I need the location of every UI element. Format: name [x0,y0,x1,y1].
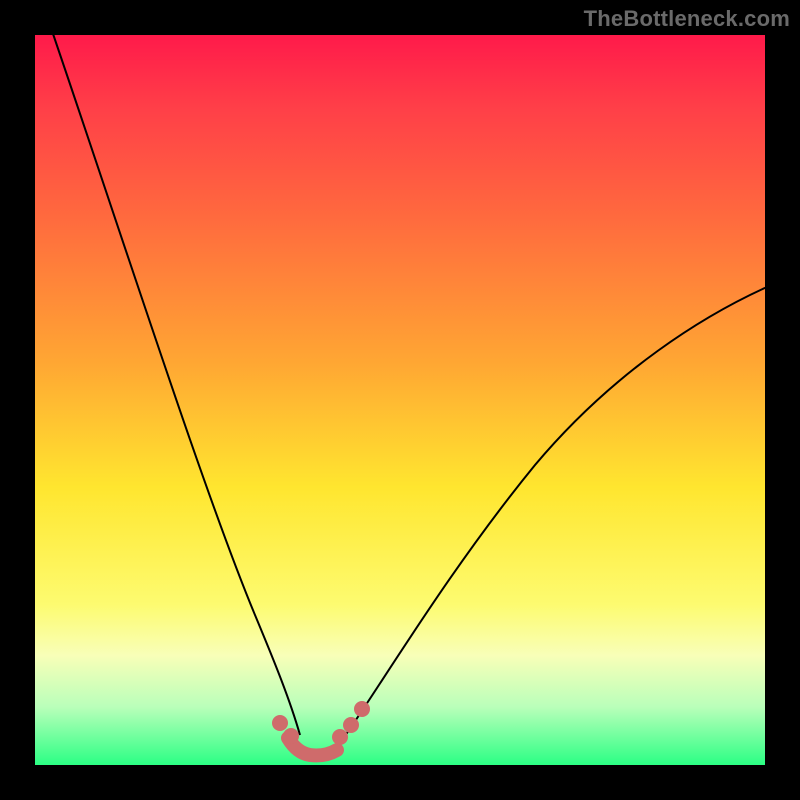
curve-left-branch [50,25,300,735]
chart-svg [35,35,765,765]
curve-marker-dots [272,701,370,745]
curve-right-branch [340,287,767,743]
chart-plot-area [35,35,765,765]
watermark-text: TheBottleneck.com [584,6,790,32]
